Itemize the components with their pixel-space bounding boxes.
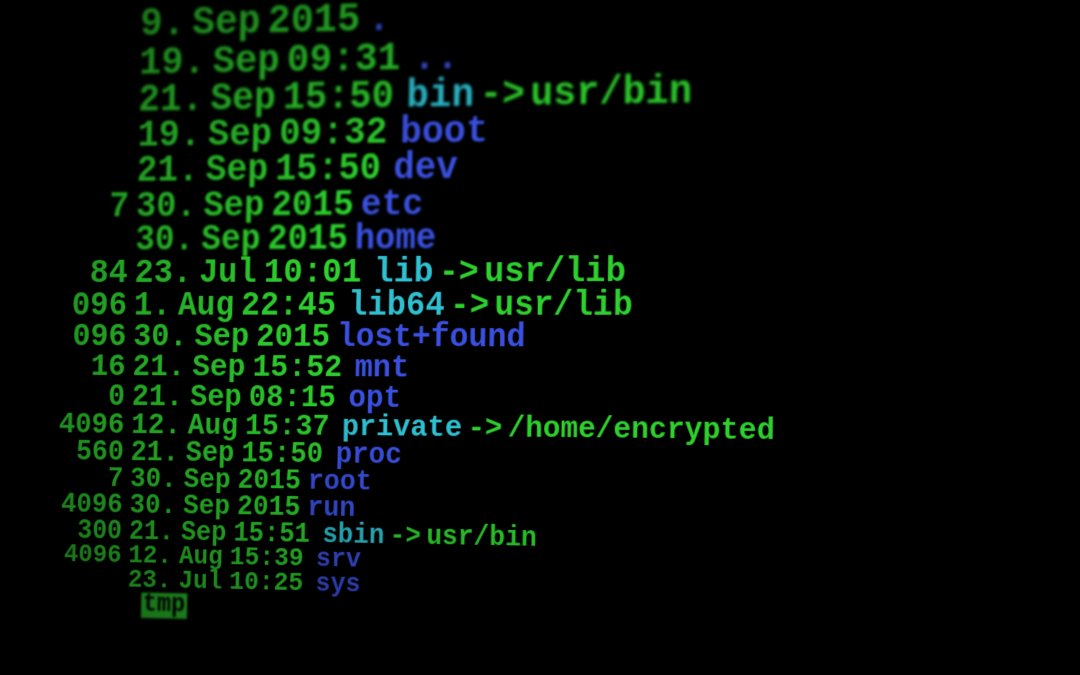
file-name: sys bbox=[315, 571, 360, 599]
file-size bbox=[50, 591, 128, 618]
file-size bbox=[63, 5, 140, 47]
file-size: 096 bbox=[56, 321, 134, 354]
file-size bbox=[62, 43, 139, 84]
file-size: 7 bbox=[59, 189, 136, 226]
symlink-arrow: -> bbox=[384, 522, 426, 550]
symlink-arrow: -> bbox=[462, 413, 508, 444]
file-name: tmp bbox=[141, 592, 187, 618]
file-month: Jul bbox=[178, 569, 229, 596]
file-size bbox=[61, 81, 138, 121]
file-size bbox=[61, 118, 138, 157]
file-size: 16 bbox=[55, 352, 133, 384]
symlink-target: usr/bin bbox=[530, 72, 692, 115]
symlink-arrow: -> bbox=[474, 74, 531, 115]
terminal-listing: 9.Sep2015.19.Sep09:31..21.Sep15:50bin->u… bbox=[50, 0, 1080, 639]
file-month: Sep bbox=[194, 321, 256, 354]
file-day: 30. bbox=[133, 321, 195, 354]
